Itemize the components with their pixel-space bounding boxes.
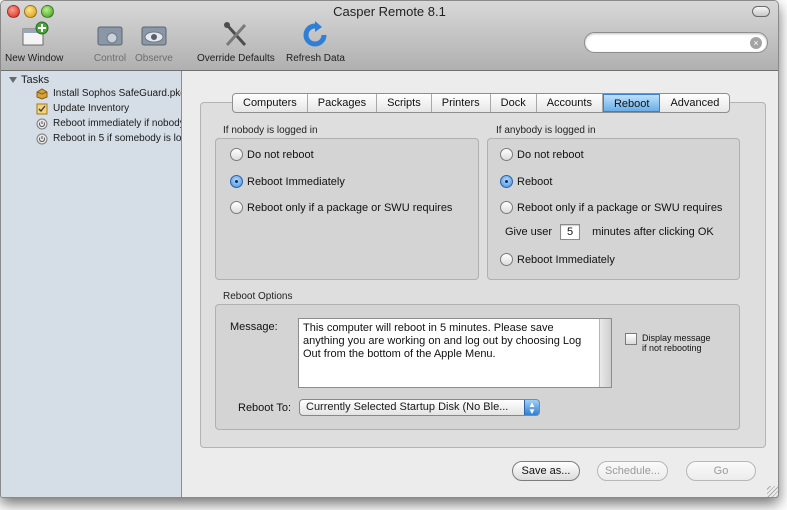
new-window-label: New Window bbox=[5, 53, 64, 64]
radio-button-selected[interactable] bbox=[500, 175, 513, 188]
tab-dock[interactable]: Dock bbox=[491, 94, 537, 112]
observe-label: Observe bbox=[135, 53, 173, 64]
sidebar-item-label: Reboot immediately if nobody i... bbox=[53, 118, 181, 129]
schedule-button[interactable]: Schedule... bbox=[597, 461, 668, 481]
display-message-label-line1: Display message bbox=[642, 333, 711, 343]
popup-arrows-icon: ▲ ▼ bbox=[524, 400, 539, 415]
reboot-to-label: Reboot To: bbox=[238, 402, 292, 414]
toolbar: Casper Remote 8.1 New Window Control Obs… bbox=[1, 1, 778, 71]
radio-label: Reboot Immediately bbox=[517, 253, 615, 266]
nobody-group-title: If nobody is logged in bbox=[223, 125, 318, 136]
radio-button[interactable] bbox=[230, 148, 243, 161]
message-text: This computer will reboot in 5 minutes. … bbox=[303, 322, 582, 360]
anybody-option-reboot-immediately[interactable]: Reboot Immediately bbox=[500, 253, 615, 266]
radio-label: Do not reboot bbox=[517, 148, 584, 161]
radio-button[interactable] bbox=[230, 201, 243, 214]
display-message-label-line2: if not rebooting bbox=[642, 343, 702, 353]
refresh-icon bbox=[298, 21, 332, 49]
tab-bar: Computers Packages Scripts Printers Dock… bbox=[232, 93, 731, 113]
tab-packages[interactable]: Packages bbox=[308, 94, 378, 112]
override-defaults-label: Override Defaults bbox=[197, 53, 275, 64]
tab-reboot[interactable]: Reboot bbox=[602, 94, 661, 112]
nobody-option-reboot-if-required[interactable]: Reboot only if a package or SWU requires bbox=[230, 201, 452, 214]
main-content: Computers Packages Scripts Printers Dock… bbox=[183, 71, 778, 497]
sidebar-item-update-inventory[interactable]: Update Inventory bbox=[1, 101, 181, 116]
casper-remote-window: Casper Remote 8.1 New Window Control Obs… bbox=[0, 0, 779, 498]
control-label: Control bbox=[93, 53, 127, 64]
display-message-checkbox-row[interactable]: Display message if not rebooting bbox=[625, 333, 711, 353]
tab-scripts[interactable]: Scripts bbox=[377, 94, 432, 112]
observe-eye-icon bbox=[137, 21, 171, 49]
display-message-checkbox[interactable] bbox=[625, 333, 637, 345]
observe-button[interactable]: Observe bbox=[135, 21, 173, 64]
search-field[interactable]: × bbox=[584, 32, 768, 53]
reboot-to-value: Currently Selected Startup Disk (No Ble.… bbox=[306, 401, 509, 413]
sidebar-item-reboot-somebody[interactable]: Reboot in 5 if somebody is log... bbox=[1, 131, 181, 146]
tab-advanced[interactable]: Advanced bbox=[660, 94, 729, 112]
radio-label: Reboot only if a package or SWU requires bbox=[247, 201, 453, 214]
anybody-option-reboot-if-required[interactable]: Reboot only if a package or SWU requires bbox=[500, 201, 722, 214]
tab-accounts[interactable]: Accounts bbox=[537, 94, 603, 112]
nobody-option-reboot-immediately[interactable]: Reboot Immediately bbox=[230, 175, 345, 188]
new-window-button[interactable]: New Window bbox=[5, 21, 63, 64]
tasks-sidebar: Tasks Install Sophos SafeGuard.pkg Updat… bbox=[1, 71, 182, 497]
sidebar-item-reboot-nobody[interactable]: Reboot immediately if nobody i... bbox=[1, 116, 181, 131]
reboot-icon bbox=[36, 118, 48, 129]
give-user-row: Give user 5 minutes after clicking OK bbox=[505, 224, 714, 240]
anybody-option-do-not-reboot[interactable]: Do not reboot bbox=[500, 148, 584, 161]
tasks-header[interactable]: Tasks bbox=[1, 71, 181, 86]
minutes-suffix-label: minutes after clicking OK bbox=[592, 226, 714, 238]
radio-button[interactable] bbox=[500, 148, 513, 161]
reboot-to-popup[interactable]: Currently Selected Startup Disk (No Ble.… bbox=[299, 399, 540, 416]
tab-printers[interactable]: Printers bbox=[432, 94, 491, 112]
sidebar-item-install-package[interactable]: Install Sophos SafeGuard.pkg bbox=[1, 86, 181, 101]
package-icon bbox=[36, 87, 48, 100]
new-window-icon bbox=[17, 21, 51, 49]
radio-label: Reboot Immediately bbox=[247, 175, 345, 188]
sidebar-item-label: Update Inventory bbox=[53, 103, 130, 114]
resize-grip-icon[interactable] bbox=[767, 486, 778, 497]
radio-label: Do not reboot bbox=[247, 148, 314, 161]
control-button[interactable]: Control bbox=[93, 21, 127, 64]
sidebar-item-label: Reboot in 5 if somebody is log... bbox=[53, 133, 181, 144]
toolbar-toggle-button[interactable] bbox=[752, 6, 770, 17]
tools-icon bbox=[219, 21, 253, 49]
disclosure-triangle-icon[interactable] bbox=[9, 77, 17, 83]
inventory-icon bbox=[36, 103, 48, 114]
give-user-label: Give user bbox=[505, 226, 553, 238]
radio-label: Reboot bbox=[517, 175, 553, 188]
minutes-input[interactable]: 5 bbox=[560, 224, 581, 240]
save-as-button[interactable]: Save as... bbox=[512, 461, 580, 481]
tab-computers[interactable]: Computers bbox=[233, 94, 308, 112]
refresh-data-label: Refresh Data bbox=[286, 53, 345, 64]
anybody-option-reboot[interactable]: Reboot bbox=[500, 175, 552, 188]
message-textarea[interactable]: This computer will reboot in 5 minutes. … bbox=[298, 318, 612, 388]
tasks-header-label: Tasks bbox=[21, 74, 50, 86]
window-title: Casper Remote 8.1 bbox=[333, 4, 446, 19]
message-label: Message: bbox=[230, 321, 278, 333]
message-scrollbar[interactable] bbox=[599, 319, 611, 387]
refresh-data-button[interactable]: Refresh Data bbox=[286, 21, 345, 64]
radio-label: Reboot only if a package or SWU requires bbox=[517, 201, 723, 214]
anybody-group-title: If anybody is logged in bbox=[496, 125, 596, 136]
radio-button-selected[interactable] bbox=[230, 175, 243, 188]
radio-button[interactable] bbox=[500, 253, 513, 266]
control-screen-icon bbox=[93, 21, 127, 49]
radio-button[interactable] bbox=[500, 201, 513, 214]
sidebar-item-label: Install Sophos SafeGuard.pkg bbox=[53, 88, 181, 99]
nobody-option-do-not-reboot[interactable]: Do not reboot bbox=[230, 148, 314, 161]
display-message-label: Display message if not rebooting bbox=[642, 333, 711, 353]
go-button[interactable]: Go bbox=[686, 461, 756, 481]
reboot-icon bbox=[36, 133, 48, 144]
override-defaults-button[interactable]: Override Defaults bbox=[197, 21, 275, 64]
reboot-options-title: Reboot Options bbox=[223, 291, 293, 302]
search-clear-icon[interactable]: × bbox=[750, 37, 762, 49]
